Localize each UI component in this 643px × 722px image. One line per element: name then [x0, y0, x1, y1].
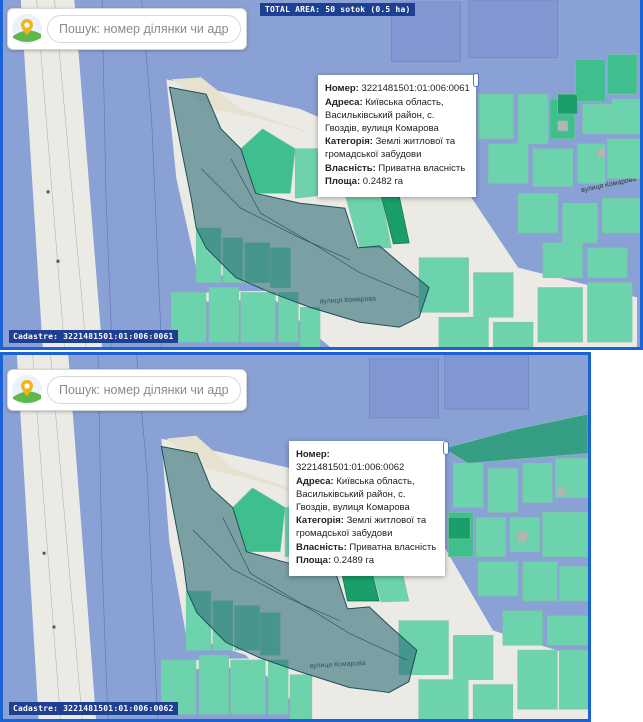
- map-panel-2[interactable]: вулиця Комарова: [0, 352, 591, 722]
- popup-address-label: Адреса:: [296, 475, 334, 487]
- total-area-label: TOTAL AREA: 50 sotok (0.5 ha): [260, 3, 416, 16]
- search-input[interactable]: [47, 15, 241, 43]
- popup-ownership-value: Приватна власність: [349, 541, 437, 553]
- popup-area-label: Площа:: [296, 555, 332, 566]
- search-input[interactable]: [47, 376, 241, 404]
- popup-ownership-value: Приватна власність: [378, 162, 466, 174]
- parcel-info-popup: Номер: 3221481501:01:006:0061 Адреса: Ки…: [318, 75, 476, 197]
- popup-number-value: 3221481501:01:006:0061: [361, 83, 470, 94]
- search-box: [7, 8, 247, 50]
- popup-ownership-label: Власність:: [325, 162, 376, 174]
- parcel-info-popup: Номер: 3221481501:01:006:0062 Адреса: Ки…: [289, 441, 445, 576]
- pin-landscape-icon: [12, 14, 42, 44]
- pin-landscape-icon: [12, 375, 42, 405]
- popup-category-label: Категорія:: [325, 136, 373, 147]
- popup-address-label: Адреса:: [325, 96, 363, 108]
- popup-number-label: Номер:: [325, 83, 359, 94]
- cadastre-label: Cadastre: 3221481501:01:006:0061: [9, 330, 178, 343]
- popup-ownership-label: Власність:: [296, 541, 347, 553]
- popup-close-handle[interactable]: [473, 73, 479, 87]
- popup-category-label: Категорія:: [296, 515, 344, 526]
- map-panel-1[interactable]: вулиця Комарова вулиця Комарова: [0, 0, 643, 350]
- popup-close-handle[interactable]: [443, 441, 449, 455]
- popup-area-label: Площа:: [325, 176, 361, 187]
- popup-number-value: 3221481501:01:006:0062: [296, 462, 405, 473]
- popup-number-label: Номер:: [296, 449, 330, 460]
- popup-area-value: 0.2482 га: [362, 176, 404, 187]
- popup-area-value: 0.2489 га: [333, 555, 375, 566]
- search-box: [7, 369, 247, 411]
- cadastre-label: Cadastre: 3221481501:01:006:0062: [9, 702, 178, 715]
